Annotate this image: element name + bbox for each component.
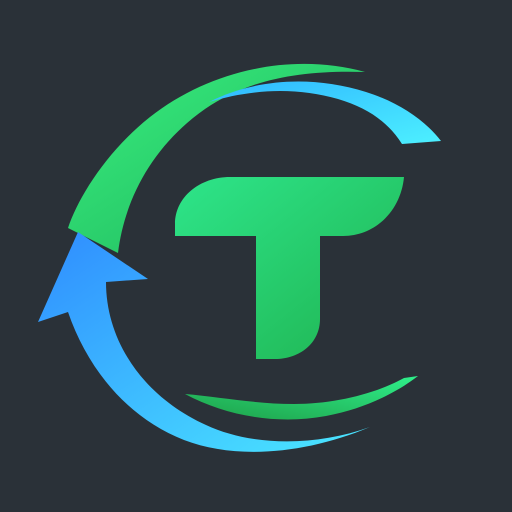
letter-t-icon — [175, 177, 404, 359]
blue-arrow-icon — [38, 232, 370, 452]
green-swoosh-icon — [185, 376, 418, 420]
logo-svg — [38, 63, 441, 452]
blue-swoosh-icon — [209, 81, 441, 144]
app-icon-canvas — [0, 0, 512, 512]
